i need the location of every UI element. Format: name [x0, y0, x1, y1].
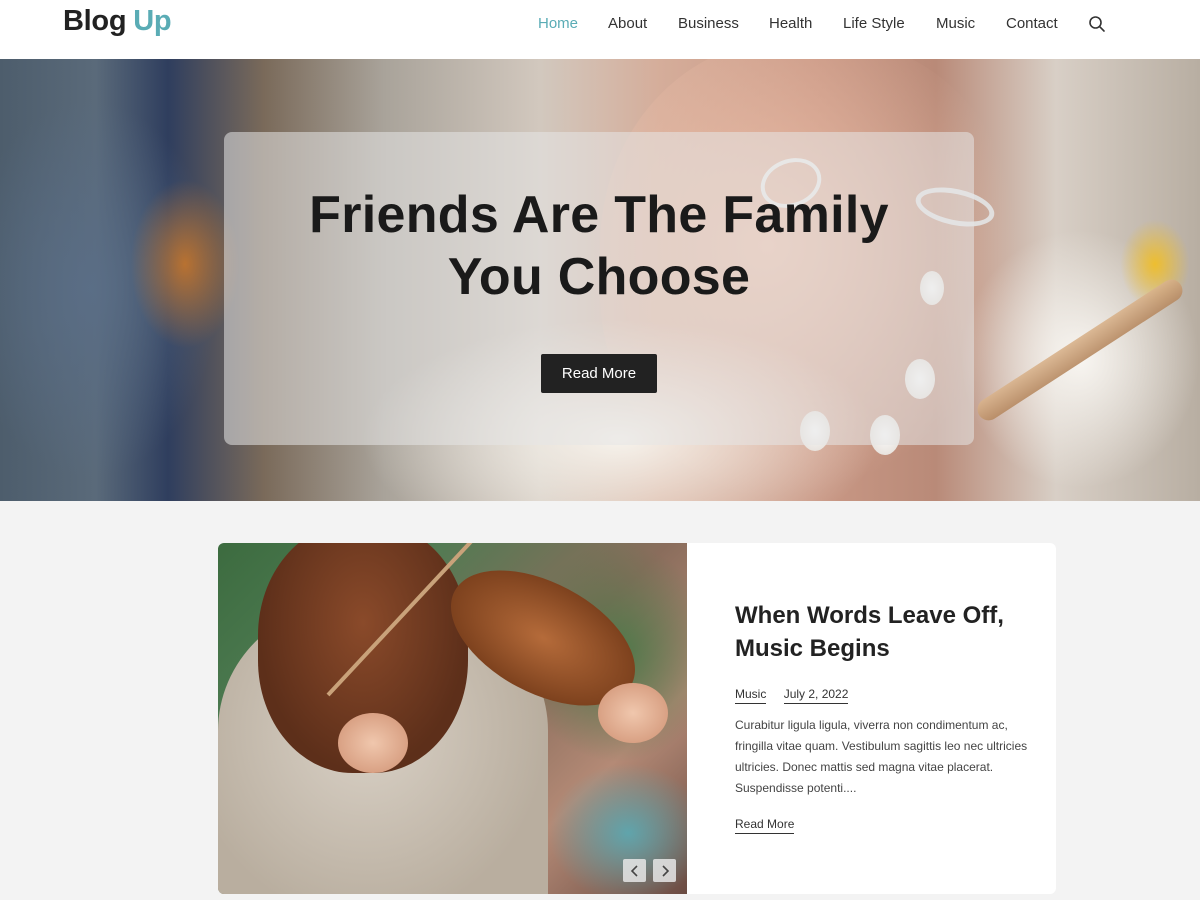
hero-read-more-button[interactable]: Read More [541, 354, 657, 393]
hero-caption-card: Friends Are The Family You Choose Read M… [224, 132, 974, 445]
featured-post-image[interactable] [218, 543, 687, 894]
hero-title-line-1: Friends Are The Family [309, 186, 889, 244]
site-header: Blog Up Home About Business Health Life S… [0, 0, 1200, 59]
featured-post-card: When Words Leave Off, Music Begins Music… [218, 543, 1056, 894]
hero-slider: Friends Are The Family You Choose Read M… [0, 59, 1200, 501]
chevron-left-icon [630, 864, 638, 877]
post-category-link[interactable]: Music [735, 687, 767, 704]
image-hand-shape [598, 683, 668, 743]
post-date-link[interactable]: July 2, 2022 [783, 687, 849, 704]
featured-post-title[interactable]: When Words Leave Off, Music Begins [735, 599, 1035, 665]
search-icon[interactable] [1088, 15, 1106, 33]
site-logo[interactable]: Blog Up [63, 3, 172, 39]
hero-title[interactable]: Friends Are The Family You Choose [224, 184, 974, 308]
hero-title-line-2: You Choose [447, 248, 751, 306]
post-excerpt: Curabitur ligula ligula, viverra non con… [735, 718, 1028, 795]
post-read-more-link[interactable]: Read More [735, 817, 795, 834]
image-hand-shape [338, 713, 408, 773]
slider-prev-button[interactable] [623, 859, 646, 882]
nav-item-business[interactable]: Business [678, 14, 739, 34]
nav-item-about[interactable]: About [608, 14, 647, 34]
nav-item-music[interactable]: Music [936, 14, 975, 34]
nav-item-contact[interactable]: Contact [1006, 14, 1058, 34]
nav-item-life-style[interactable]: Life Style [843, 14, 905, 34]
post-meta: Music July 2, 2022 [735, 687, 849, 704]
logo-text-accent: Up [133, 5, 172, 37]
slider-next-button[interactable] [653, 859, 676, 882]
nav-item-health[interactable]: Health [769, 14, 812, 34]
chevron-right-icon [661, 864, 669, 877]
logo-text-primary: Blog [63, 5, 127, 37]
nav-item-home[interactable]: Home [538, 14, 578, 34]
